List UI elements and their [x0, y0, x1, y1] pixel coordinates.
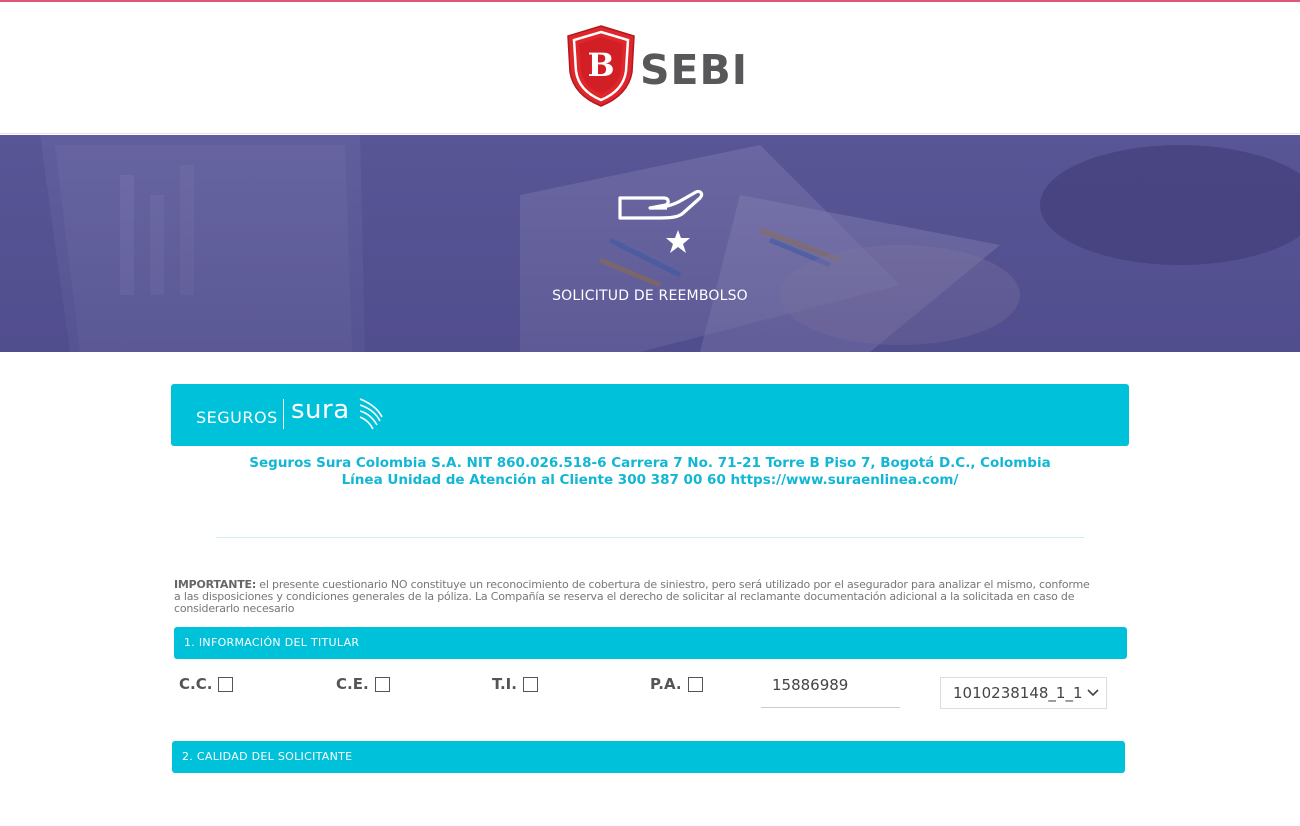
section-titular-header: 1. INFORMACIÓN DEL TITULAR	[174, 627, 1127, 659]
notice-text: el presente cuestionario NO constituye u…	[174, 578, 1090, 615]
company-contact: Línea Unidad de Atención al Cliente 300 …	[341, 472, 959, 488]
doc-type-pa[interactable]: P.A.	[650, 674, 703, 694]
company-info: Seguros Sura Colombia S.A. NIT 860.026.5…	[171, 455, 1129, 489]
sebi-shield-logo-icon: B	[567, 25, 635, 107]
doc-type-cc[interactable]: C.C.	[179, 674, 234, 694]
sura-wing-icon	[359, 398, 383, 430]
id-number-field[interactable]: 15886989	[761, 672, 900, 708]
section-calidad-title: 2. CALIDAD DEL SOLICITANTE	[182, 750, 353, 763]
ti-checkbox[interactable]	[522, 676, 538, 692]
doc-type-ti[interactable]: T.I.	[492, 674, 538, 694]
divider-line	[216, 537, 1084, 538]
banner-title: SOLICITUD DE REEMBOLSO	[552, 288, 748, 304]
doc-type-label: T.I.	[492, 675, 517, 693]
section-calidad-header: 2. CALIDAD DEL SOLICITANTE	[172, 741, 1125, 773]
cc-checkbox[interactable]	[218, 676, 234, 692]
company-address: Seguros Sura Colombia S.A. NIT 860.026.5…	[249, 455, 1051, 471]
brand-seguros-text: SEGUROS	[196, 408, 278, 427]
important-notice: IMPORTANTE: el presente cuestionario NO …	[174, 579, 1094, 615]
doc-type-ce[interactable]: C.E.	[336, 674, 390, 694]
sebi-logo-text: SEBI	[640, 46, 749, 94]
site-header: B SEBI	[0, 2, 1300, 134]
ce-checkbox[interactable]	[374, 676, 390, 692]
doc-type-label: P.A.	[650, 675, 682, 693]
hand-star-icon	[618, 189, 704, 253]
doc-type-label: C.C.	[179, 675, 213, 693]
section-titular-title: 1. INFORMACIÓN DEL TITULAR	[184, 636, 360, 649]
sebi-monogram: B	[587, 46, 614, 84]
pa-checkbox[interactable]	[687, 676, 703, 692]
brand-divider	[283, 399, 284, 429]
doc-type-label: C.E.	[336, 675, 369, 693]
chevron-down-icon	[1087, 689, 1099, 697]
policy-select-value: 1010238148_1_1	[953, 684, 1083, 702]
policy-select[interactable]: 1010238148_1_1	[940, 677, 1107, 709]
brand-sura-text: sura	[291, 395, 350, 425]
